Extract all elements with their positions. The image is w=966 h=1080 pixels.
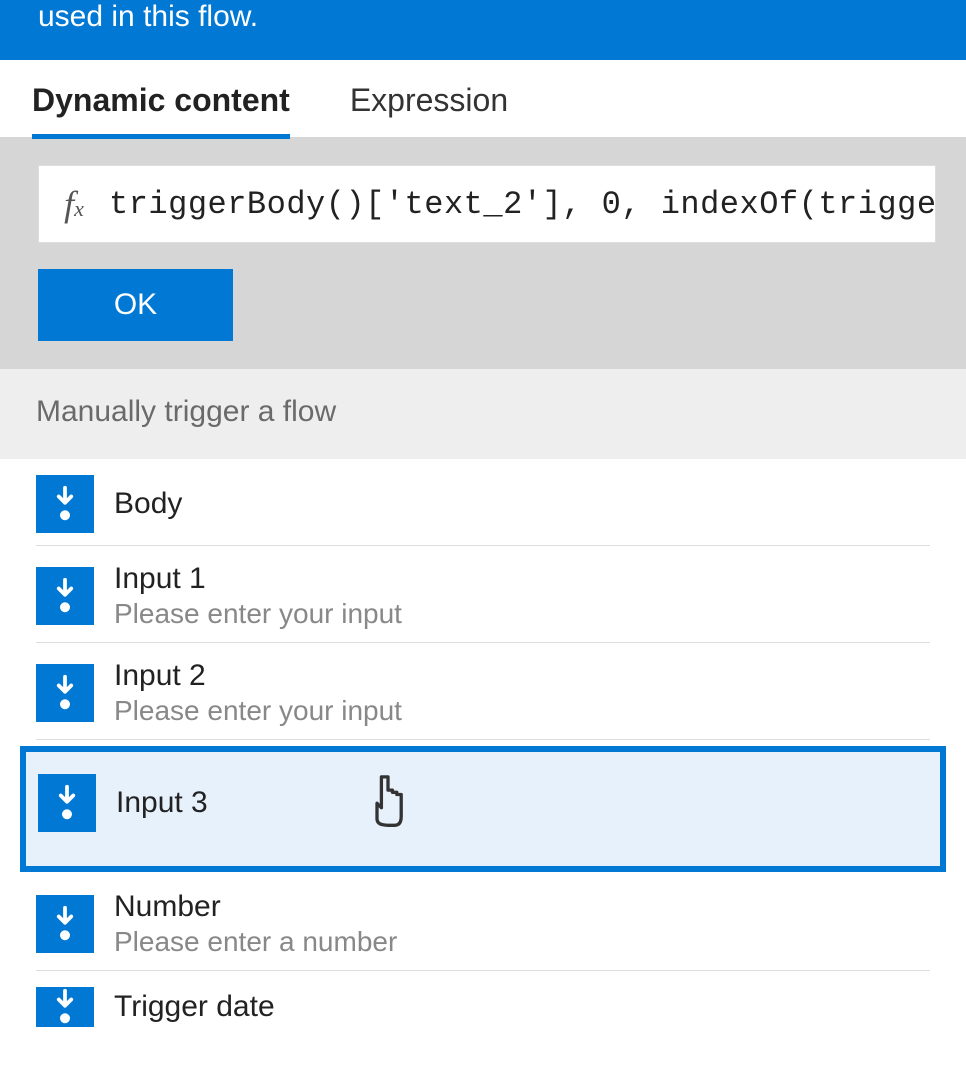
tab-expression[interactable]: Expression xyxy=(350,82,508,137)
list-item-trigger-date[interactable]: Trigger date xyxy=(36,971,930,1039)
list-item-desc: Please enter your input xyxy=(114,598,402,630)
fx-icon: fx xyxy=(39,183,109,225)
list-item-desc: Please enter a number xyxy=(114,926,397,958)
tab-dynamic-content[interactable]: Dynamic content xyxy=(32,82,290,137)
expression-area: fx triggerBody()['text_2'], 0, indexOf(t… xyxy=(0,137,966,369)
trigger-icon xyxy=(36,895,94,953)
header-banner: used in this flow. xyxy=(0,0,966,60)
tabs: Dynamic content Expression xyxy=(0,60,966,137)
trigger-icon xyxy=(38,774,96,832)
list-item-title: Body xyxy=(114,487,182,521)
expression-input[interactable]: fx triggerBody()['text_2'], 0, indexOf(t… xyxy=(38,165,936,243)
header-text: used in this flow. xyxy=(38,0,258,34)
list-item-input2[interactable]: Input 2 Please enter your input xyxy=(36,643,930,740)
trigger-icon xyxy=(36,987,94,1027)
ok-button[interactable]: OK xyxy=(38,269,233,341)
trigger-icon xyxy=(36,664,94,722)
list-item-title: Number xyxy=(114,890,397,924)
trigger-icon xyxy=(36,567,94,625)
list-item-input3[interactable]: Input 3 xyxy=(20,746,946,872)
list-item-desc: Please enter your input xyxy=(114,695,402,727)
list-item-input1[interactable]: Input 1 Please enter your input xyxy=(36,546,930,643)
section-header-manual-trigger: Manually trigger a flow xyxy=(0,369,966,459)
dynamic-content-list: Body Input 1 Please enter your input Inp… xyxy=(0,459,966,1039)
list-item-body[interactable]: Body xyxy=(36,459,930,546)
list-item-number[interactable]: Number Please enter a number xyxy=(36,874,930,971)
list-item-title: Input 1 xyxy=(114,562,402,596)
expression-text[interactable]: triggerBody()['text_2'], 0, indexOf(trig… xyxy=(109,186,935,223)
list-item-title: Input 2 xyxy=(114,659,402,693)
pointer-cursor-icon xyxy=(366,770,410,835)
list-item-title: Trigger date xyxy=(114,990,275,1024)
trigger-icon xyxy=(36,475,94,533)
list-item-title: Input 3 xyxy=(116,786,208,820)
